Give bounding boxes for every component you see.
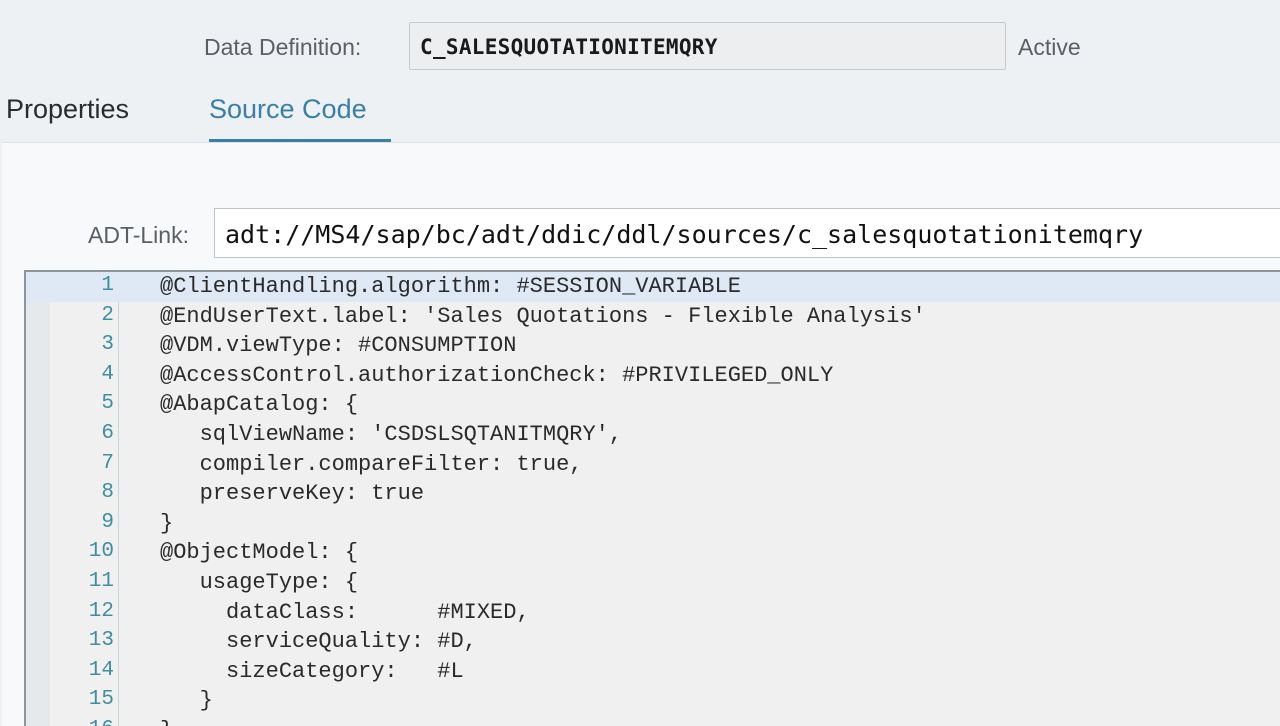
code-line[interactable]: 15 }: [26, 686, 1280, 716]
line-text: usageType: {: [160, 569, 359, 595]
line-number: 12: [88, 599, 114, 623]
line-number: 16: [26, 718, 114, 726]
line-number: 11: [88, 569, 114, 593]
code-line[interactable]: 9}: [26, 509, 1280, 539]
code-editor[interactable]: 1 @ClientHandling.algorithm: #SESSION_VAR…: [24, 270, 1280, 726]
data-definition-label: Data Definition:: [204, 34, 362, 60]
code-line[interactable]: 2 @EndUserText.label: 'Sales Quotations -…: [26, 302, 1280, 332]
code-line[interactable]: 7 compiler.compareFilter: true,: [26, 450, 1280, 480]
line-number: 13: [88, 629, 114, 653]
code-line[interactable]: 13 serviceQuality: #D,: [26, 627, 1280, 657]
tab-properties[interactable]: Properties: [6, 94, 129, 125]
line-text: }: [160, 510, 174, 536]
code-line[interactable]: 6 sqlViewName: 'CSDSLSQTANITMQRY',: [26, 420, 1280, 450]
line-text: @ObjectModel: {: [160, 540, 359, 566]
line-number: 14: [88, 658, 114, 682]
line-number: 9: [101, 510, 114, 534]
line-text: @VDM.viewType: #CONSUMPTION: [160, 333, 517, 359]
line-text: sizeCategory: #L: [160, 658, 464, 684]
code-line[interactable]: 5 @AbapCatalog: {: [26, 390, 1280, 420]
line-text: compiler.compareFilter: true,: [160, 451, 583, 477]
tab-source-code[interactable]: Source Code: [209, 94, 367, 125]
code-line[interactable]: 1 @ClientHandling.algorithm: #SESSION_VAR…: [26, 272, 1280, 302]
code-line[interactable]: 4 @AccessControl.authorizationCheck: #PRI…: [26, 361, 1280, 391]
line-number: 15: [88, 688, 114, 712]
page: Data Definition: C_SALESQUOTATIONITEMQRY…: [0, 0, 1280, 726]
header-row: Data Definition: C_SALESQUOTATIONITEMQRY…: [0, 0, 1280, 80]
code-line[interactable]: 10 @ObjectModel: {: [26, 538, 1280, 568]
status-text: Active: [1018, 34, 1081, 60]
line-text: @AccessControl.authorizationCheck: #PRIV…: [160, 362, 834, 388]
tab-bar: Properties Source Code: [0, 88, 1280, 144]
data-definition-field[interactable]: C_SALESQUOTATIONITEMQRY: [409, 22, 1006, 70]
code-lines: 1 @ClientHandling.algorithm: #SESSION_VAR…: [26, 272, 1280, 726]
code-line[interactable]: 14 sizeCategory: #L: [26, 657, 1280, 687]
code-line[interactable]: 12 dataClass: #MIXED,: [26, 598, 1280, 628]
line-text: sqlViewName: 'CSDSLSQTANITMQRY',: [160, 421, 623, 447]
line-number: 7: [101, 451, 114, 475]
line-text: preserveKey: true: [160, 481, 425, 507]
adt-link-label: ADT-Link:: [88, 222, 189, 248]
line-number: 10: [88, 540, 114, 564]
line-text: @ClientHandling.algorithm: #SESSION_VARI…: [160, 274, 741, 299]
line-text: dataClass: #MIXED,: [160, 599, 530, 625]
line-number: 8: [101, 481, 114, 505]
line-text: @AbapCatalog: {: [160, 392, 359, 418]
line-number: 6: [101, 421, 114, 445]
line-text: }: [160, 688, 213, 714]
line-number: 3: [101, 333, 114, 357]
line-text: serviceQuality: #D,: [160, 629, 477, 655]
code-line[interactable]: 16}: [26, 716, 1280, 726]
code-line[interactable]: 8 preserveKey: true: [26, 479, 1280, 509]
line-number: 1: [101, 274, 114, 297]
code-line[interactable]: 3 @VDM.viewType: #CONSUMPTION: [26, 331, 1280, 361]
line-text: }: [160, 718, 173, 726]
line-number: 5: [101, 392, 114, 416]
line-number: 4: [101, 362, 114, 386]
line-text: @EndUserText.label: 'Sales Quotations - …: [160, 303, 926, 329]
code-line[interactable]: 11 usageType: {: [26, 568, 1280, 598]
line-number: 2: [101, 303, 114, 327]
adt-link-field[interactable]: adt://MS4/sap/bc/adt/ddic/ddl/sources/c_…: [214, 208, 1280, 258]
